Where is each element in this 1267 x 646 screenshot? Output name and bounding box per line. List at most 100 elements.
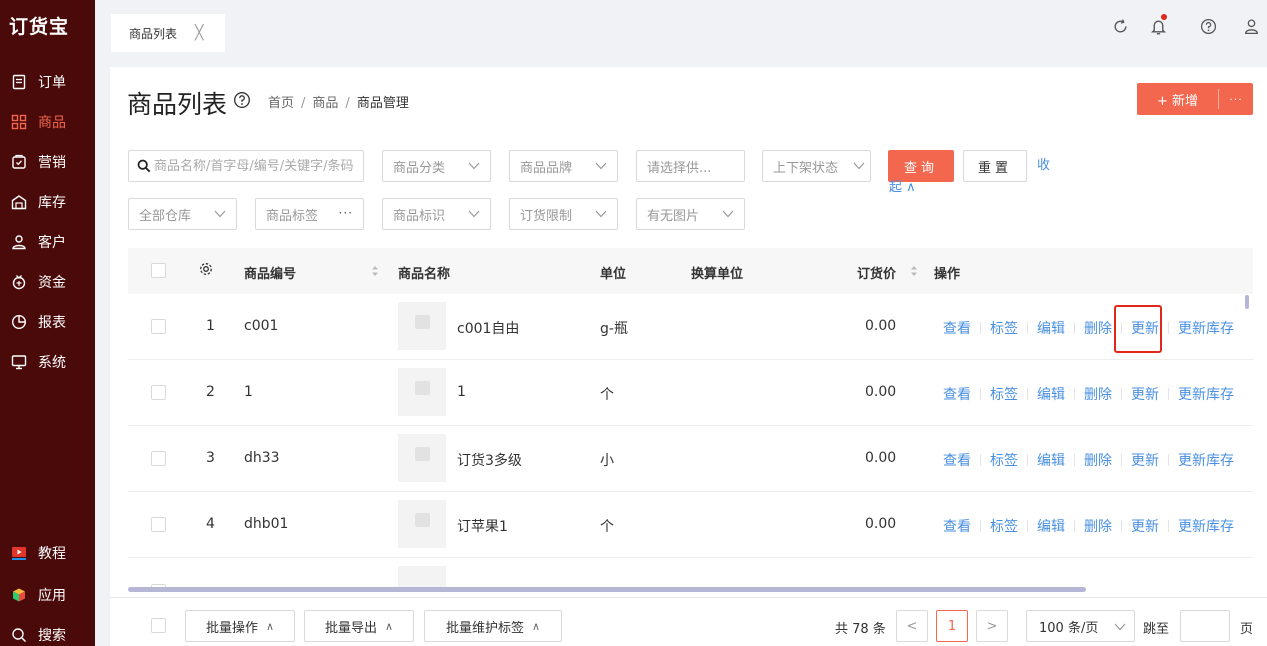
batch-tags-button[interactable]: 批量维护标签 ∧ <box>424 610 562 642</box>
sidebar-item-label: 应用 <box>38 588 66 604</box>
goto-page-input[interactable] <box>1180 610 1230 642</box>
action-separator <box>1168 520 1169 532</box>
sidebar-item-inventory[interactable]: 库存 <box>0 182 95 222</box>
delete-link[interactable]: 删除 <box>1084 318 1112 338</box>
sidebar-item-goods[interactable]: 商品 <box>0 102 95 142</box>
category-select[interactable]: 商品分类 <box>382 150 491 182</box>
goto-suffix: 页 <box>1240 622 1254 637</box>
notification-dot <box>1161 14 1167 20</box>
row-checkbox[interactable] <box>151 451 166 466</box>
refresh-icon[interactable] <box>1110 16 1130 36</box>
sidebar-item-reports[interactable]: 报表 <box>0 302 95 342</box>
sidebar-item-funds[interactable]: 资金 <box>0 262 95 302</box>
search-input[interactable] <box>154 158 354 174</box>
row-actions: 查看 标签 编辑 删除 更新 更新库存 <box>943 384 1234 404</box>
shelf-status-select[interactable]: 上下架状态 <box>762 150 871 182</box>
sidebar-item-search[interactable]: 搜索 <box>0 615 95 646</box>
has-image-select[interactable]: 有无图片 <box>636 198 745 230</box>
edit-link[interactable]: 编辑 <box>1037 450 1065 470</box>
update-link[interactable]: 更新 <box>1131 384 1159 404</box>
bell-icon[interactable] <box>1148 14 1168 36</box>
chevron-down-icon <box>595 210 607 218</box>
sidebar-item-orders[interactable]: 订单 <box>0 62 95 102</box>
delete-link[interactable]: 删除 <box>1084 384 1112 404</box>
tag-link[interactable]: 标签 <box>990 450 1018 470</box>
action-separator <box>1168 388 1169 400</box>
edit-link[interactable]: 编辑 <box>1037 516 1065 536</box>
footer-select-all-checkbox[interactable] <box>151 618 166 633</box>
breadcrumb-home[interactable]: 首页 <box>268 96 294 111</box>
sort-icon[interactable] <box>371 265 379 277</box>
view-link[interactable]: 查看 <box>943 516 971 536</box>
search-icon <box>137 159 151 173</box>
update-stock-link[interactable]: 更新库存 <box>1178 516 1234 536</box>
update-link[interactable]: 更新 <box>1131 516 1159 536</box>
main-panel: 商品列表 首页 / 商品 / 商品管理 + 新增 ··· 商品分类 商品品牌 请选择供.… <box>110 67 1267 646</box>
order-limit-select[interactable]: 订货限制 <box>509 198 618 230</box>
chevron-down-icon <box>468 210 480 218</box>
sort-icon[interactable] <box>910 265 918 277</box>
sidebar-item-apps[interactable]: 应用 <box>0 575 95 615</box>
update-link[interactable]: 更新 <box>1131 318 1159 338</box>
update-stock-link[interactable]: 更新库存 <box>1178 450 1234 470</box>
update-stock-link[interactable]: 更新库存 <box>1178 384 1234 404</box>
view-link[interactable]: 查看 <box>943 318 971 338</box>
search-field[interactable] <box>128 150 364 182</box>
tag-link[interactable]: 标签 <box>990 516 1018 536</box>
update-stock-link[interactable]: 更新库存 <box>1178 318 1234 338</box>
gear-icon[interactable] <box>198 261 214 277</box>
new-button-group: + 新增 ··· <box>1137 83 1253 115</box>
row-checkbox[interactable] <box>151 385 166 400</box>
prev-page-button[interactable]: < <box>896 610 928 642</box>
brand-select[interactable]: 商品品牌 <box>509 150 618 182</box>
delete-link[interactable]: 删除 <box>1084 516 1112 536</box>
sidebar-item-system[interactable]: 系统 <box>0 342 95 382</box>
tab-bar: 商品列表 ╳ <box>95 0 1267 52</box>
next-page-button[interactable]: > <box>976 610 1008 642</box>
sidebar-item-label: 订单 <box>38 75 66 91</box>
sidebar-item-marketing[interactable]: 营销 <box>0 142 95 182</box>
row-name[interactable]: 1 <box>457 384 466 400</box>
tab-goods-list[interactable]: 商品列表 ╳ <box>111 14 225 52</box>
row-checkbox[interactable] <box>151 319 166 334</box>
marks-select[interactable]: 商品标识 <box>382 198 491 230</box>
breadcrumb: 首页 / 商品 / 商品管理 <box>268 92 409 111</box>
collapse-filters-link[interactable]: 收起 ∧ <box>889 155 1051 199</box>
page-1-button[interactable]: 1 <box>936 610 968 642</box>
help-icon[interactable] <box>1198 16 1218 36</box>
marketing-icon <box>10 153 28 171</box>
tags-select[interactable]: 商品标签 ··· <box>255 198 364 230</box>
order-icon <box>10 73 28 91</box>
row-checkbox[interactable] <box>151 517 166 532</box>
page-size-select[interactable]: 100 条/页 <box>1026 610 1135 642</box>
batch-export-button[interactable]: 批量导出 ∧ <box>304 610 414 642</box>
view-link[interactable]: 查看 <box>943 384 971 404</box>
view-link[interactable]: 查看 <box>943 450 971 470</box>
edit-link[interactable]: 编辑 <box>1037 384 1065 404</box>
update-link[interactable]: 更新 <box>1131 450 1159 470</box>
sidebar-item-customers[interactable]: 客户 <box>0 222 95 262</box>
product-thumbnail <box>398 368 446 416</box>
batch-operations-button[interactable]: 批量操作 ∧ <box>185 610 295 642</box>
breadcrumb-goods[interactable]: 商品 <box>312 96 338 111</box>
row-name[interactable]: 订苹果1 <box>457 516 508 536</box>
tag-link[interactable]: 标签 <box>990 318 1018 338</box>
row-name[interactable]: 订货3多级 <box>457 450 522 470</box>
row-name[interactable]: c001自由 <box>457 318 519 338</box>
edit-link[interactable]: 编辑 <box>1037 318 1065 338</box>
horizontal-scrollbar[interactable] <box>128 587 1086 592</box>
question-icon[interactable] <box>233 91 251 109</box>
row-actions: 查看 标签 编辑 删除 更新 更新库存 <box>943 516 1234 536</box>
user-icon[interactable] <box>1241 16 1261 36</box>
tag-link[interactable]: 标签 <box>990 384 1018 404</box>
warehouse-select[interactable]: 全部仓库 <box>128 198 237 230</box>
sidebar-item-tutorial[interactable]: 教程 <box>0 533 95 573</box>
vertical-scrollbar[interactable] <box>1245 295 1249 309</box>
supplier-select[interactable]: 请选择供... <box>636 150 745 182</box>
sidebar-item-label: 系统 <box>38 355 66 371</box>
more-button[interactable]: ··· <box>1219 93 1253 106</box>
close-icon[interactable]: ╳ <box>195 25 203 41</box>
select-all-checkbox[interactable] <box>151 263 166 278</box>
delete-link[interactable]: 删除 <box>1084 450 1112 470</box>
add-goods-button[interactable]: + 新增 <box>1137 90 1218 109</box>
